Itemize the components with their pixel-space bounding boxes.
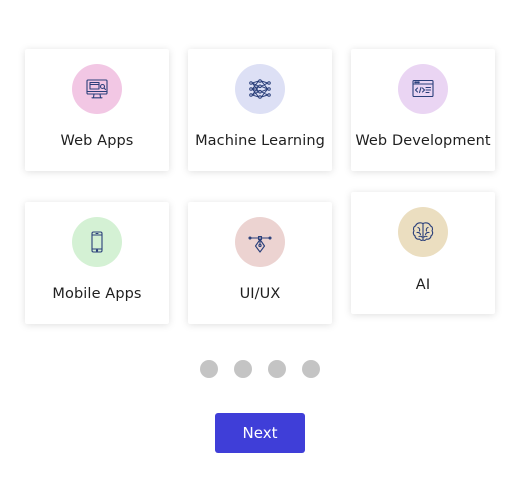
page-dot-3[interactable] [268,360,286,378]
code-window-icon [398,64,448,114]
card-label: Web Development [355,133,491,149]
next-button[interactable]: Next [215,413,305,453]
card-label: Mobile Apps [52,286,142,302]
card-ai[interactable]: AI [351,192,495,314]
page-dot-2[interactable] [234,360,252,378]
card-machine-learning[interactable]: Machine Learning [188,49,332,171]
smartphone-icon [72,217,122,267]
brain-icon [398,207,448,257]
page-dot-1[interactable] [200,360,218,378]
pagination-dots [200,360,324,378]
design-pen-icon [235,217,285,267]
card-web-development[interactable]: Web Development [351,49,495,171]
card-label: Web Apps [60,133,134,149]
neural-network-icon [235,64,285,114]
card-mobile-apps[interactable]: Mobile Apps [25,202,169,324]
card-label: Machine Learning [195,133,325,149]
card-ui-ux[interactable]: UI/UX [188,202,332,324]
card-label: AI [415,277,431,293]
card-label: UI/UX [239,286,281,302]
card-web-apps[interactable]: Web Apps [25,49,169,171]
page-dot-4[interactable] [302,360,320,378]
web-monitor-icon [72,64,122,114]
